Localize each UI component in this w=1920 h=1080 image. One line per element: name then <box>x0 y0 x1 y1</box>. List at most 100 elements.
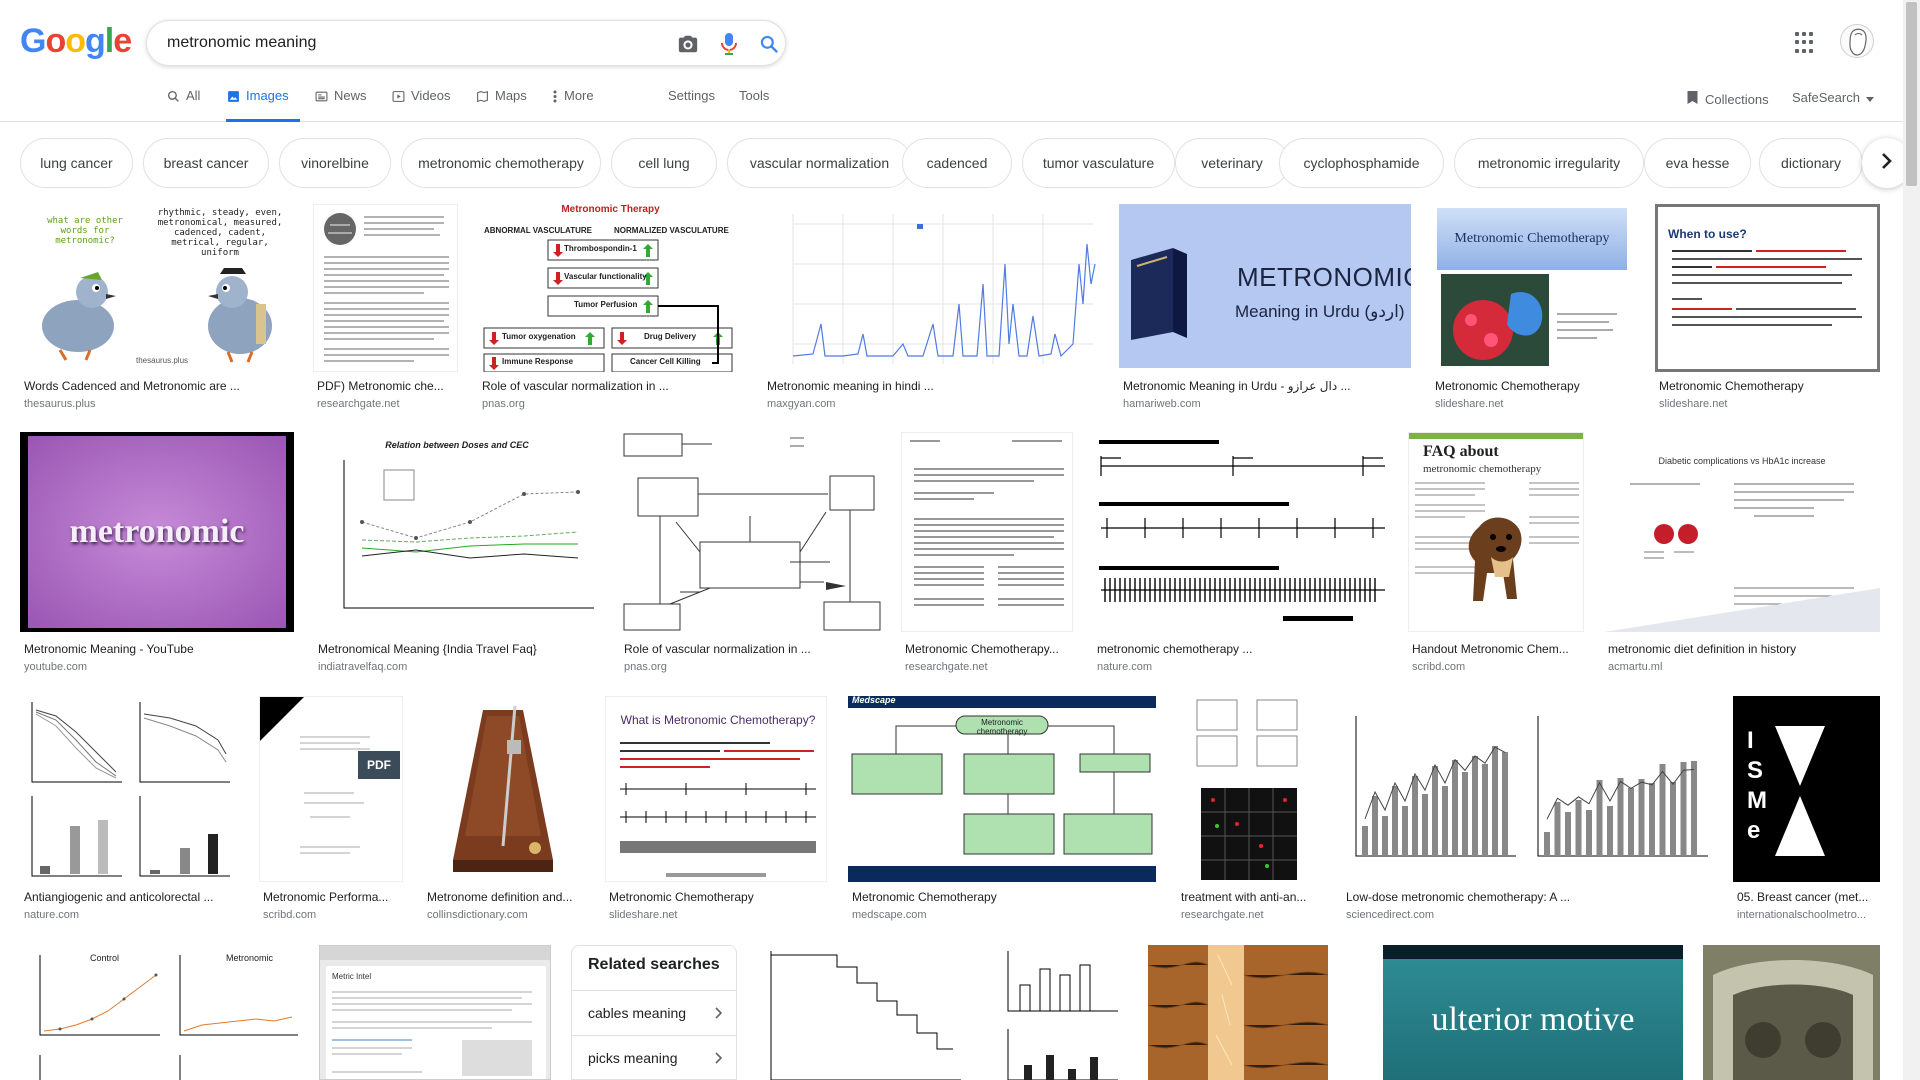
result-site: scribd.com <box>263 909 317 921</box>
chip[interactable]: eva hesse <box>1644 138 1751 188</box>
related-search-item[interactable]: cables meaning <box>572 990 736 1034</box>
image-result[interactable]: FAQ about metronomic chemotherapy Handou… <box>1408 432 1584 677</box>
chip[interactable]: breast cancer <box>143 138 269 188</box>
microphone-icon[interactable] <box>716 31 742 57</box>
image-result[interactable]: PDF) Metronomic che... researchgate.net <box>313 204 458 414</box>
image-result[interactable]: Metronomic Chemotherapy Metronomic Chemo… <box>1431 204 1636 414</box>
scrollbar-thumb[interactable] <box>1906 2 1917 186</box>
search-input[interactable] <box>167 31 647 55</box>
tab-maps[interactable]: Maps <box>475 88 527 122</box>
related-search-item[interactable]: picks meaning <box>572 1035 736 1079</box>
tab-videos[interactable]: Videos <box>391 88 451 122</box>
result-site: slideshare.net <box>1659 398 1728 410</box>
image-result[interactable]: ulterior motive <box>1383 945 1683 1080</box>
tab-settings[interactable]: Settings <box>668 88 715 122</box>
thumb-text: Metronomic Chemotherapy <box>1437 208 1627 270</box>
line-chart-thumbnail <box>792 214 1096 364</box>
image-result[interactable]: Metronomic Chemotherapy... researchgate.… <box>901 432 1073 677</box>
search-tabs: All Images News Videos Maps More Setting… <box>0 88 1920 122</box>
google-logo[interactable]: Google <box>20 22 132 61</box>
image-result[interactable] <box>1703 945 1880 1080</box>
tab-tools[interactable]: Tools <box>739 88 769 122</box>
thumb-text: Metronomic chemotherapy <box>976 718 1028 736</box>
result-title: metronomic diet definition in history <box>1608 642 1797 656</box>
webpage-lines <box>332 991 532 1076</box>
chemo-slide-illustration <box>1441 274 1617 366</box>
chevron-right-icon <box>1881 152 1893 175</box>
search-icon[interactable] <box>756 31 782 57</box>
image-result[interactable]: Metronomic meaning in hindi ... maxgyan.… <box>763 204 1098 414</box>
image-result[interactable]: METRONOMIC Meaning in Urdu (اردو) Metron… <box>1119 204 1411 414</box>
result-thumbnail <box>901 432 1073 632</box>
image-result[interactable]: Medscape Metronomic chemotherapy Metrono… <box>848 696 1156 926</box>
tab-all[interactable]: All <box>166 88 200 122</box>
tissue-photo <box>1148 945 1328 1080</box>
tab-more[interactable]: More <box>552 88 594 122</box>
thumb-text: what are other words for metronomic? <box>47 216 123 246</box>
error-bar-chart <box>1007 951 1118 1080</box>
safesearch-dropdown[interactable]: SafeSearch <box>1792 90 1874 105</box>
image-result[interactable] <box>984 945 1128 1080</box>
image-result[interactable]: What is Metronomic Chemotherapy? Metrono… <box>605 696 827 926</box>
bookmark-icon <box>1686 90 1699 108</box>
image-result[interactable]: ISMe 05. Breast cancer (met... internati… <box>1733 696 1880 926</box>
related-search-label: cables meaning <box>588 1004 687 1021</box>
avatar[interactable] <box>1840 24 1874 58</box>
image-result[interactable] <box>757 945 964 1080</box>
image-result[interactable]: Metric Intel <box>319 945 551 1080</box>
chip[interactable]: metronomic irregularity <box>1454 138 1644 188</box>
flow-diagram <box>483 239 733 372</box>
image-result[interactable] <box>1148 945 1328 1080</box>
doses-line-chart <box>343 460 594 609</box>
tab-label: All <box>186 88 201 103</box>
result-site: youtube.com <box>24 661 87 673</box>
image-result[interactable]: Diabetic complications vs HbA1c increase… <box>1604 432 1880 677</box>
chip[interactable]: vinorelbine <box>279 138 391 188</box>
collections-link[interactable]: Collections <box>1686 90 1769 108</box>
result-thumbnail <box>1177 696 1322 882</box>
result-title: 05. Breast cancer (met... <box>1737 890 1869 904</box>
chip[interactable]: veterinary <box>1175 138 1289 188</box>
tab-images[interactable]: Images <box>226 88 300 122</box>
chip[interactable]: vascular normalization <box>727 138 912 188</box>
chip[interactable]: cadenced <box>902 138 1012 188</box>
car-interior-photo <box>1703 945 1880 1080</box>
image-result[interactable]: PDF Metronomic Performa... scribd.com <box>259 696 403 926</box>
image-result[interactable]: metronomic Metronomic Meaning - YouTube … <box>20 432 294 677</box>
apps-grid-icon[interactable] <box>1795 32 1817 54</box>
caret-down-icon <box>1865 90 1874 105</box>
result-thumbnail <box>763 204 1098 372</box>
map-pin-icon <box>475 89 489 103</box>
result-title: Metronomic Chemotherapy <box>1435 379 1580 393</box>
image-result[interactable]: Antiangiogenic and anticolorectal ... na… <box>20 696 239 926</box>
image-result[interactable]: what are other words for metronomic? rhy… <box>20 204 294 414</box>
chip[interactable]: cell lung <box>611 138 717 188</box>
tab-label: Settings <box>668 88 715 103</box>
tab-news[interactable]: News <box>314 88 367 122</box>
image-result[interactable]: metronomic chemotherapy ... nature.com <box>1093 432 1389 677</box>
chip[interactable]: cyclophosphamide <box>1279 138 1444 188</box>
thumb-text: ISMe <box>1747 727 1767 844</box>
camera-icon[interactable] <box>675 31 701 57</box>
image-result[interactable]: Role of vascular normalization in ... pn… <box>620 432 881 677</box>
tab-label: Videos <box>411 88 451 103</box>
vertical-scrollbar[interactable] <box>1903 0 1920 1080</box>
result-thumbnail: what are other words for metronomic? rhy… <box>20 204 294 372</box>
chip[interactable]: lung cancer <box>20 138 133 188</box>
image-result[interactable]: Low-dose metronomic chemotherapy: A ... … <box>1342 696 1714 926</box>
chip[interactable]: tumor vasculature <box>1022 138 1175 188</box>
result-thumbnail: metronomic <box>20 432 294 632</box>
image-result[interactable]: Metronome definition and... collinsdicti… <box>423 696 584 926</box>
image-result[interactable]: Control Metronomic <box>20 945 300 1080</box>
image-result[interactable]: treatment with anti-an... researchgate.n… <box>1177 696 1322 926</box>
result-title: Words Cadenced and Metronomic are ... <box>24 379 240 393</box>
survival-curve-chart <box>770 951 961 1080</box>
image-result[interactable]: When to use? Metronomic Chemotherapy sli… <box>1655 204 1880 414</box>
result-thumbnail <box>1148 945 1328 1080</box>
image-result[interactable]: Metronomic Therapy ABNORMAL VASCULATURE … <box>478 204 743 414</box>
tab-label: Tools <box>739 88 770 103</box>
thumb-text: Meaning in Urdu (اردو) <box>1235 302 1405 321</box>
chip[interactable]: metronomic chemotherapy <box>401 138 601 188</box>
image-result[interactable]: Relation between Doses and CEC Metronomi… <box>314 432 600 677</box>
chip[interactable]: dictionary <box>1759 138 1863 188</box>
